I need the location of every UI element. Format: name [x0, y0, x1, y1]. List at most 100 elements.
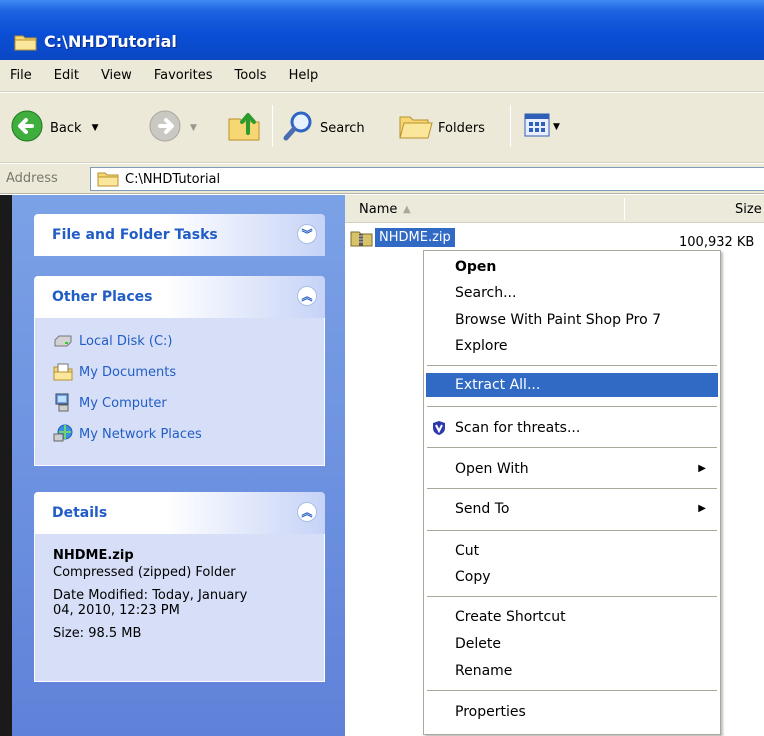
folder-icon: [97, 171, 119, 191]
menu-separator: [427, 690, 717, 691]
back-arrow-icon: [10, 109, 44, 147]
menu-item-open-with[interactable]: Open With ▶: [426, 457, 718, 481]
place-label: My Network Places: [79, 426, 202, 442]
folder-icon: [14, 33, 38, 55]
window-border: [0, 195, 12, 736]
network-icon: [53, 424, 73, 443]
title-bar[interactable]: C:\NHDTutorial: [0, 0, 764, 60]
search-icon: [282, 109, 316, 147]
up-folder-icon: [226, 107, 262, 147]
window-title: C:\NHDTutorial: [44, 32, 177, 51]
views-button[interactable]: ▼: [524, 113, 560, 141]
details-modified-line2: 04, 2010, 12:23 PM: [53, 603, 180, 618]
address-value: C:\NHDTutorial: [125, 172, 221, 187]
drive-icon: [53, 332, 73, 350]
menu-item-rename[interactable]: Rename: [426, 659, 718, 683]
place-label: My Documents: [79, 364, 177, 380]
submenu-arrow-icon: ▶: [698, 463, 706, 474]
shield-icon: [432, 420, 446, 444]
computer-icon: [53, 393, 73, 412]
menu-item-extract-all[interactable]: Extract All...: [426, 373, 718, 397]
menu-separator: [427, 530, 717, 531]
toolbar: Back ▼ ▼ Search Folders ▼: [0, 93, 764, 163]
collapse-chevron-icon[interactable]: ︽: [297, 286, 317, 306]
documents-folder-icon: [53, 363, 73, 381]
menu-separator: [427, 365, 717, 366]
file-folder-tasks-title: File and Folder Tasks: [52, 227, 218, 243]
forward-dropdown-icon[interactable]: ▼: [190, 123, 197, 133]
details-header[interactable]: Details ︽: [34, 492, 325, 534]
forward-arrow-icon: [148, 109, 182, 147]
back-button[interactable]: Back ▼: [10, 109, 98, 147]
menu-separator: [427, 596, 717, 597]
forward-button[interactable]: ▼: [148, 109, 197, 147]
file-size: 100,932 KB: [679, 235, 755, 250]
column-divider[interactable]: [624, 198, 625, 220]
place-label: Local Disk (C:): [79, 333, 173, 349]
search-button[interactable]: Search: [282, 109, 365, 147]
folders-icon: [396, 109, 434, 147]
menu-item-cut[interactable]: Cut: [426, 539, 718, 563]
details-file-type: Compressed (zipped) Folder: [53, 565, 236, 580]
menu-item-search[interactable]: Search...: [426, 281, 718, 305]
place-my-computer[interactable]: My Computer: [53, 393, 167, 412]
menu-item-delete[interactable]: Delete: [426, 632, 718, 656]
menu-item-browse-paint-shop[interactable]: Browse With Paint Shop Pro 7: [426, 308, 718, 332]
place-my-documents[interactable]: My Documents: [53, 363, 176, 381]
views-icon: [524, 113, 550, 141]
views-dropdown-icon[interactable]: ▼: [553, 122, 560, 132]
folders-button[interactable]: Folders: [396, 109, 485, 147]
column-header: Name ▲ Size: [345, 195, 764, 223]
details-panel: NHDME.zip Compressed (zipped) Folder Dat…: [34, 534, 325, 682]
other-places-header[interactable]: Other Places ︽: [34, 276, 325, 318]
menu-separator: [427, 488, 717, 489]
zip-folder-icon: [350, 229, 374, 251]
file-folder-tasks-header[interactable]: File and Folder Tasks ︾: [34, 214, 325, 256]
menu-item-label: Send To: [455, 501, 510, 517]
column-name[interactable]: Name: [359, 202, 397, 217]
menu-favorites[interactable]: Favorites: [154, 68, 213, 83]
menu-separator: [427, 447, 717, 448]
menu-edit[interactable]: Edit: [54, 68, 79, 83]
menu-item-label: Open With: [455, 461, 529, 477]
menu-file[interactable]: File: [10, 68, 32, 83]
place-my-network-places[interactable]: My Network Places: [53, 424, 202, 443]
toolbar-separator: [272, 105, 273, 147]
back-label: Back: [50, 120, 82, 136]
menu-item-label: Scan for threats...: [455, 420, 581, 436]
file-name[interactable]: NHDME.zip: [375, 228, 455, 247]
submenu-arrow-icon: ▶: [698, 503, 706, 514]
place-label: My Computer: [79, 395, 167, 411]
sort-ascending-icon: ▲: [403, 204, 411, 215]
expand-chevron-icon[interactable]: ︾: [297, 224, 317, 244]
menu-item-open[interactable]: Open: [426, 255, 718, 279]
context-menu: Open Search... Browse With Paint Shop Pr…: [423, 250, 721, 735]
menu-help[interactable]: Help: [289, 68, 319, 83]
menu-item-copy[interactable]: Copy: [426, 565, 718, 589]
menu-item-create-shortcut[interactable]: Create Shortcut: [426, 605, 718, 629]
up-folder-button[interactable]: [226, 107, 262, 147]
collapse-chevron-icon[interactable]: ︽: [297, 502, 317, 522]
other-places-panel: Local Disk (C:) My Documents My Computer…: [34, 318, 325, 466]
menu-item-send-to[interactable]: Send To ▶: [426, 497, 718, 521]
details-modified-line1: Date Modified: Today, January: [53, 588, 248, 603]
menu-tools[interactable]: Tools: [235, 68, 267, 83]
details-title: Details: [52, 505, 108, 521]
other-places-title: Other Places: [52, 289, 153, 305]
place-local-disk[interactable]: Local Disk (C:): [53, 332, 172, 350]
column-size[interactable]: Size: [735, 202, 762, 217]
menu-bar: File Edit View Favorites Tools Help: [0, 60, 764, 92]
folders-label: Folders: [438, 120, 485, 136]
details-size: Size: 98.5 MB: [53, 626, 142, 641]
menu-separator: [427, 406, 717, 407]
menu-item-properties[interactable]: Properties: [426, 700, 718, 724]
search-label: Search: [320, 120, 365, 136]
toolbar-separator: [510, 105, 511, 147]
address-field[interactable]: C:\NHDTutorial: [90, 167, 764, 191]
menu-view[interactable]: View: [101, 68, 132, 83]
details-file-name: NHDME.zip: [53, 548, 134, 563]
address-bar: Address C:\NHDTutorial: [0, 164, 764, 194]
menu-item-scan-for-threats[interactable]: Scan for threats...: [426, 416, 718, 440]
menu-item-explore[interactable]: Explore: [426, 334, 718, 358]
back-dropdown-icon[interactable]: ▼: [92, 123, 99, 133]
